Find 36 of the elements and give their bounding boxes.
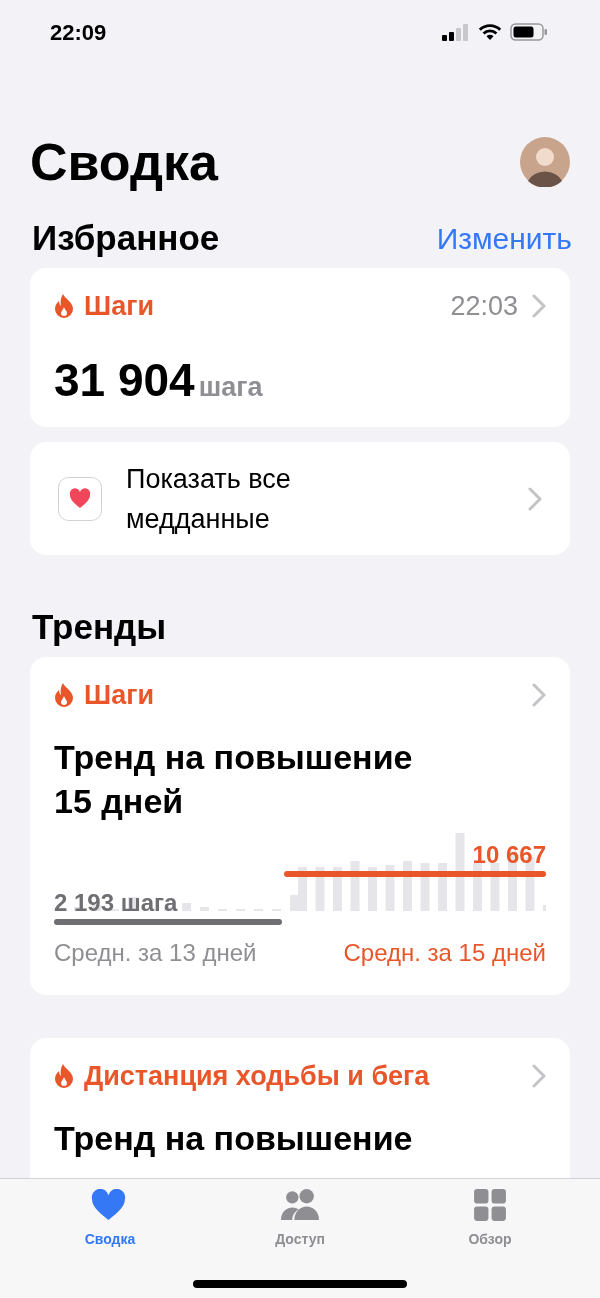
grid-icon xyxy=(471,1189,509,1221)
edit-link[interactable]: Изменить xyxy=(436,215,572,261)
chevron-icon xyxy=(532,683,546,707)
trend-card[interactable]: Дистанция ходьбы и бега Тренд на повышение xyxy=(30,1038,570,1178)
people-icon xyxy=(281,1189,319,1221)
signal-icon xyxy=(442,23,470,41)
metric-title: Шаги xyxy=(84,289,154,323)
chart-caption: Средн. за 13 дней xyxy=(54,938,257,968)
tab-item[interactable]: Сводка xyxy=(70,1189,150,1250)
chart-caption: Средн. за 15 дней xyxy=(343,938,546,968)
flame-icon xyxy=(54,683,74,707)
row-label: Показать все медданные xyxy=(126,462,292,536)
wifi-icon xyxy=(478,23,502,41)
metric-time: 22:03 xyxy=(450,289,518,323)
chevron-icon xyxy=(532,294,546,318)
chevron-icon xyxy=(532,1064,546,1088)
current-average: 10 667 xyxy=(472,841,546,869)
section-title: Избранное xyxy=(32,216,220,259)
chevron-icon xyxy=(528,486,542,511)
metric-card[interactable]: Шаги 22:03 31 904шага xyxy=(30,268,570,427)
avatar-icon[interactable] xyxy=(520,137,570,187)
section-title: Тренды xyxy=(32,605,167,648)
health-app-icon xyxy=(58,476,102,521)
trend-headline: Тренд на повышение xyxy=(54,1118,414,1159)
flame-icon xyxy=(54,1064,74,1088)
flame-icon xyxy=(54,294,74,318)
previous-average: 2 193 шага xyxy=(54,889,179,917)
trend-title: Дистанция ходьбы и бега xyxy=(84,1059,430,1093)
trend-card[interactable]: Шаги Тренд на повышение 15 дней 2 193 шага 10 667 Средн. за 13 дней Средн. за 15 дней xyxy=(30,657,570,995)
status-time: 22:09 xyxy=(50,18,107,47)
trend-headline: Тренд на повышение 15 дней xyxy=(54,737,414,822)
battery-icon xyxy=(510,23,548,41)
health-records-row[interactable]: Показать все медданные xyxy=(30,442,570,555)
trend-title: Шаги xyxy=(84,678,154,712)
metric-unit: шага xyxy=(198,371,263,404)
metric-value: 31 904 xyxy=(54,353,195,408)
